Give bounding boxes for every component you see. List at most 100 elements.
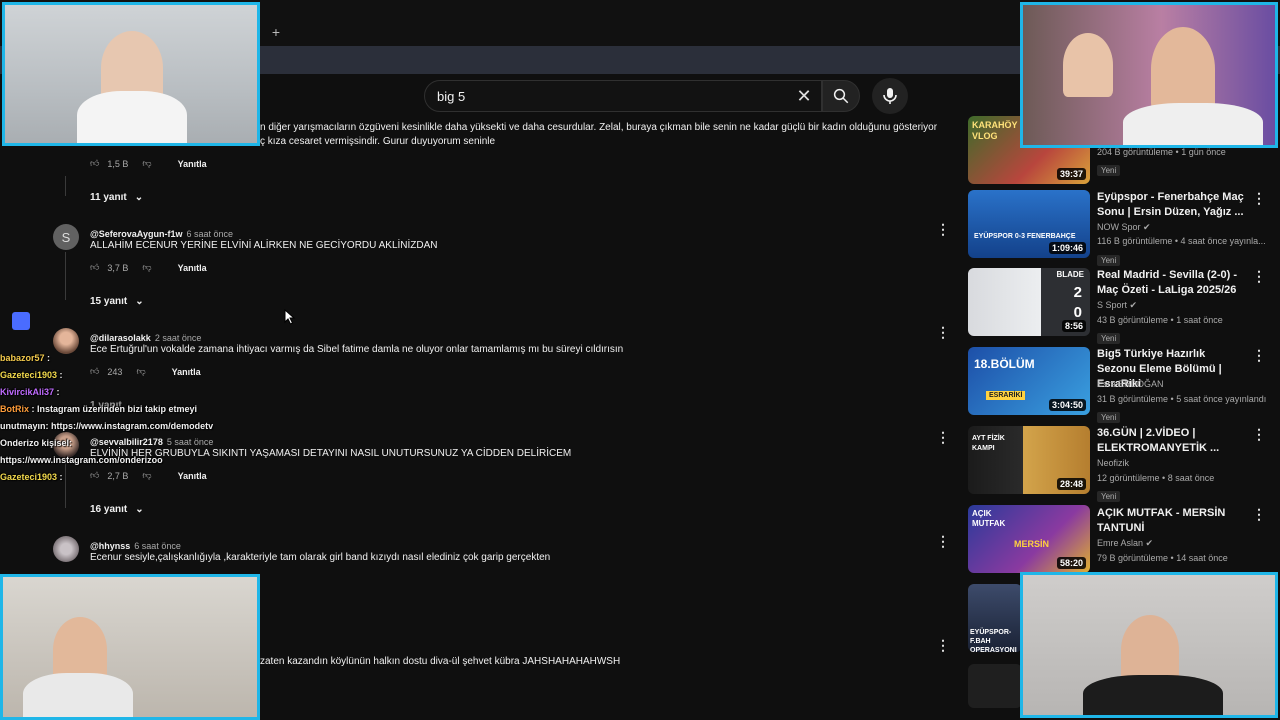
webcam-bottom-right — [1020, 572, 1278, 718]
comment-time[interactable]: 6 saat önce — [186, 229, 233, 239]
channel-name[interactable]: S Sport — [1097, 300, 1127, 310]
streamer-shirt — [1083, 675, 1223, 715]
more-options-icon[interactable]: ⋮ — [1252, 426, 1266, 442]
sidebar-video[interactable]: 18.BÖLÜM ESRARİKİ 3:04:50 — [968, 347, 1090, 415]
sidebar-video[interactable] — [968, 664, 1022, 708]
search-icon — [833, 88, 849, 104]
chat-user: BotRix — [0, 404, 29, 414]
thread-line — [65, 176, 66, 196]
new-badge-label: Yeni — [1097, 255, 1121, 266]
sidebar-video[interactable]: AYT FİZİK KAMPI 28:48 — [968, 426, 1090, 494]
more-options-icon[interactable]: ⋮ — [1252, 506, 1266, 522]
video-title[interactable]: Real Madrid - Sevilla (2-0) - Maç Özeti … — [1097, 268, 1245, 298]
thumbnail-text: 18.BÖLÜM — [974, 357, 1035, 371]
video-duration: 58:20 — [1056, 557, 1086, 569]
sidebar-video[interactable]: EYÜPSPOR 0-3 FENERBAHÇE 1:09:46 — [968, 190, 1090, 258]
comment-text-line: n diğer yarışmacıların özgüveni kesinlik… — [260, 122, 938, 133]
voice-search-button[interactable] — [872, 78, 908, 114]
search-input[interactable] — [437, 81, 777, 111]
video-thumbnail[interactable]: 18.BÖLÜM ESRARİKİ 3:04:50 — [968, 347, 1090, 415]
clear-search-icon[interactable]: ✕ — [795, 87, 813, 105]
channel-name[interactable]: Emre Aslan — [1097, 538, 1143, 548]
replies-label: 11 yanıt — [90, 192, 127, 203]
like-icon[interactable]: 👍︎ — [90, 158, 99, 169]
verified-icon: ✔ — [1129, 300, 1138, 310]
more-options-icon[interactable]: ⋮ — [936, 429, 950, 445]
streamer-shirt — [1123, 103, 1263, 145]
chat-user: Gazeteci1903 — [0, 370, 58, 380]
sidebar-video[interactable]: EYÜPSPOR-F.BAH OPERASYONI — [968, 584, 1022, 652]
more-options-icon[interactable]: ⋮ — [936, 324, 950, 340]
new-badge-label: Yeni — [1097, 333, 1121, 344]
video-duration: 3:04:50 — [1048, 399, 1086, 411]
reply-button[interactable]: Yanıtla — [178, 263, 207, 273]
new-badge: Yeni — [1097, 160, 1121, 178]
more-options-icon[interactable]: ⋮ — [936, 637, 950, 653]
video-title[interactable]: AÇIK MUTFAK - MERSİN TANTUNİ — [1097, 506, 1245, 536]
replies-toggle[interactable]: 11 yanıt ⌄ — [90, 192, 143, 203]
microphone-icon — [883, 88, 897, 104]
thumbnail-tag: ESRARİKİ — [986, 391, 1026, 400]
channel-name[interactable]: Neofizik — [1097, 456, 1129, 470]
video-title[interactable]: Eyüpspor - Fenerbahçe Maç Sonu | Ersin D… — [1097, 190, 1245, 220]
video-channel[interactable]: Emre Aslan ✔ — [1097, 536, 1153, 550]
video-thumbnail[interactable]: BLADE 2 0 8:56 — [968, 268, 1090, 336]
thumbnail-text: BLADE — [1056, 270, 1084, 279]
reply-button[interactable]: Yanıtla — [178, 159, 207, 169]
comment-time[interactable]: 6 saat önce — [134, 541, 181, 551]
video-meta: 79 B görüntüleme • 14 saat önce — [1097, 553, 1228, 563]
dislike-icon[interactable]: 👎︎ — [142, 262, 151, 273]
replies-toggle[interactable]: 15 yanıt ⌄ — [90, 296, 144, 307]
search-box: ✕ — [424, 80, 822, 112]
video-duration: 8:56 — [1061, 320, 1086, 332]
avatar-letter: S — [61, 229, 71, 245]
channel-name[interactable]: Esra ERDOĞAN — [1097, 377, 1164, 391]
verified-icon: ✔ — [1145, 538, 1154, 548]
thumbnail-text: KARAHÖY VLOG — [972, 120, 1018, 141]
thumbnail-text: AYT FİZİK KAMPI — [972, 435, 1005, 452]
more-options-icon[interactable]: ⋮ — [1252, 347, 1266, 363]
streamer-face — [1151, 27, 1215, 111]
comment-text: zaten kazandın köylünün halkın dostu div… — [260, 656, 621, 667]
video-meta: 43 B görüntüleme • 1 saat önce — [1097, 315, 1223, 325]
video-channel[interactable]: NOW Spor ✔ — [1097, 220, 1151, 234]
like-count: 3,7 B — [107, 262, 129, 273]
thread-line — [65, 252, 66, 300]
comment-actions: 👍︎ 3,7 B 👎︎ Yanıtla — [90, 262, 207, 273]
video-thumbnail[interactable]: EYÜPSPOR 0-3 FENERBAHÇE 1:09:46 — [968, 190, 1090, 258]
video-thumbnail[interactable]: AYT FİZİK KAMPI 28:48 — [968, 426, 1090, 494]
chevron-down-icon: ⌄ — [134, 192, 144, 203]
chat-message: BotRix : Instagram üzerinden bizi takip … — [0, 404, 198, 414]
more-options-icon[interactable]: ⋮ — [1252, 268, 1266, 284]
video-thumbnail[interactable]: AÇIK MUTFAK MERSİN 58:20 — [968, 505, 1090, 573]
thumbnail-text: AÇIK MUTFAK — [972, 509, 1006, 528]
new-badge: Yeni — [1097, 250, 1121, 268]
chevron-down-icon: ⌄ — [135, 504, 144, 515]
chat-user: Gazeteci1903 — [0, 472, 58, 482]
more-options-icon[interactable]: ⋮ — [936, 533, 950, 549]
avatar[interactable]: S — [53, 224, 79, 250]
new-tab-icon[interactable]: + — [268, 24, 284, 40]
sidebar-video[interactable]: BLADE 2 0 8:56 — [968, 268, 1090, 336]
chat-text: Onderizo kişisel: — [0, 438, 73, 448]
video-thumbnail[interactable]: EYÜPSPOR-F.BAH OPERASYONI — [968, 584, 1022, 652]
avatar[interactable] — [53, 536, 79, 562]
dislike-icon[interactable]: 👎︎ — [142, 158, 151, 169]
video-channel[interactable]: S Sport ✔ — [1097, 298, 1137, 312]
stream-chat-overlay: babazor57 : Gazeteci1903 : KivircikAli37… — [0, 312, 260, 486]
search-button[interactable] — [822, 80, 860, 112]
like-icon[interactable]: 👍︎ — [90, 262, 99, 273]
score-home: 2 — [1073, 284, 1082, 301]
replies-toggle[interactable]: 16 yanıt ⌄ — [90, 504, 144, 515]
channel-name[interactable]: NOW Spor — [1097, 222, 1141, 232]
webcam-top-left — [2, 2, 260, 146]
more-options-icon[interactable]: ⋮ — [1252, 190, 1266, 206]
chat-text: https://www.instagram.com/onderizoo — [0, 455, 163, 465]
comment-author[interactable]: @hhynss — [90, 541, 130, 551]
comment-text: n diğer yarışmacıların özgüveni kesinlik… — [260, 121, 950, 149]
sidebar-video[interactable]: AÇIK MUTFAK MERSİN 58:20 — [968, 505, 1090, 573]
thumbnail-tag: MERSİN — [1014, 539, 1050, 549]
more-options-icon[interactable]: ⋮ — [936, 221, 950, 237]
comment-author[interactable]: @SeferovaAygun-f1w — [90, 229, 182, 239]
video-title[interactable]: 36.GÜN | 2.VİDEO | ELEKTROMANYETİK ... — [1097, 426, 1245, 456]
